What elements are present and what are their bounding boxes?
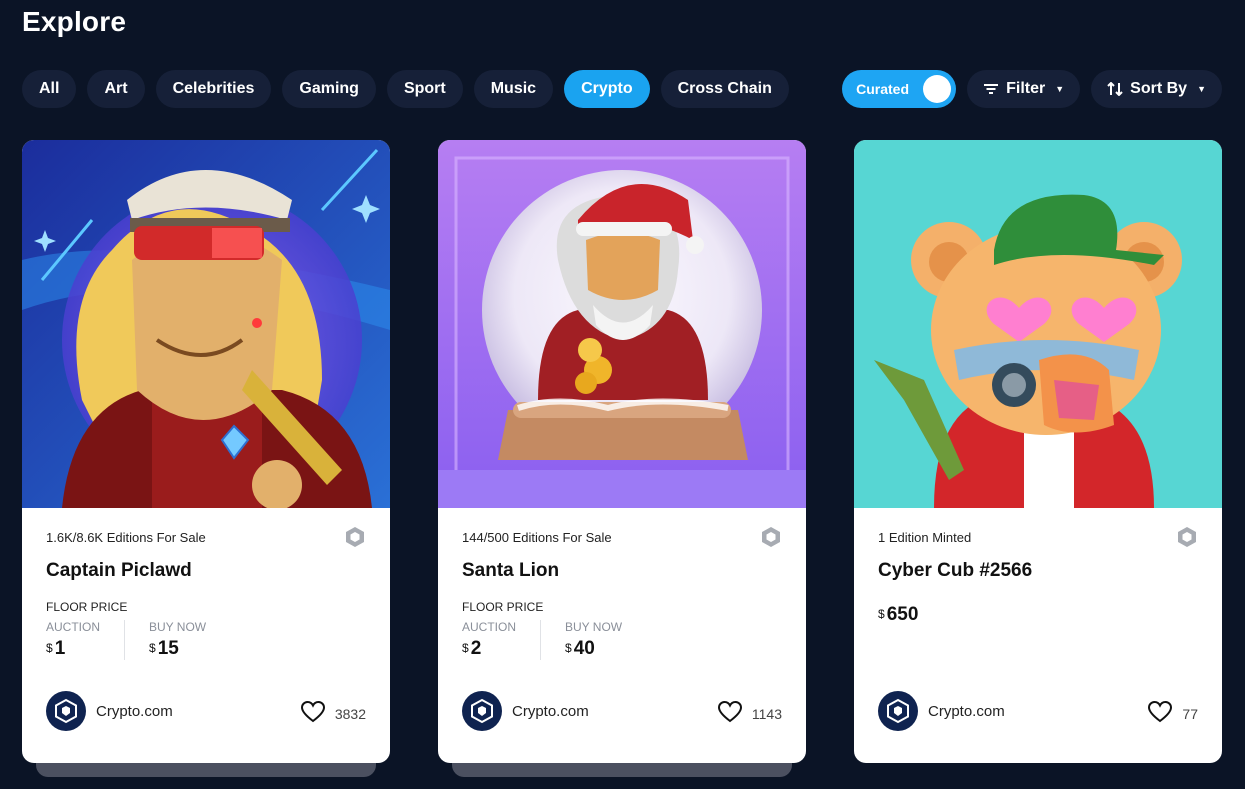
nft-card[interactable]: 1.6K/8.6K Editions For Sale Captain Picl… xyxy=(22,140,390,763)
category-chip-all[interactable]: All xyxy=(22,70,77,108)
buy-now-value: 40 xyxy=(573,638,595,659)
creator-link[interactable]: Crypto.com xyxy=(462,691,589,731)
like-button[interactable]: 77 xyxy=(1148,700,1198,726)
nft-title[interactable]: Santa Lion xyxy=(462,560,559,582)
card-body: 144/500 Editions For Sale Santa Lion FLO… xyxy=(438,508,806,763)
nft-card[interactable]: 144/500 Editions For Sale Santa Lion FLO… xyxy=(438,140,806,763)
auction-price: AUCTION $ 2 xyxy=(462,620,516,660)
creator-name: Crypto.com xyxy=(928,702,1005,720)
editions-text: 1 Edition Minted xyxy=(878,530,972,545)
like-count: 3832 xyxy=(334,705,366,722)
category-chip-crypto[interactable]: Crypto xyxy=(564,70,650,108)
heart-icon xyxy=(1148,700,1173,726)
like-button[interactable]: 1143 xyxy=(717,700,782,726)
nft-artwork-image[interactable] xyxy=(854,140,1222,508)
buy-now-price: BUY NOW $ 15 xyxy=(149,620,206,660)
buy-now-label: BUY NOW xyxy=(565,620,623,634)
auction-value: 1 xyxy=(54,638,66,659)
currency-symbol: $ xyxy=(565,641,572,655)
buy-now-label: BUY NOW xyxy=(149,620,207,634)
price-value: 650 xyxy=(886,604,919,625)
curated-toggle-label: Curated xyxy=(856,81,910,97)
like-button[interactable]: 3832 xyxy=(300,700,366,726)
creator-name: Crypto.com xyxy=(96,702,173,720)
buy-now-price: BUY NOW $ 40 xyxy=(565,620,622,660)
hexagon-chain-icon xyxy=(760,526,782,553)
nft-card[interactable]: 1 Edition Minted Cyber Cub #2566 $ 650 C… xyxy=(854,140,1222,763)
category-chip-cross-chain[interactable]: Cross Chain xyxy=(660,70,789,108)
creator-name: Crypto.com xyxy=(512,702,589,720)
category-chip-celebrities[interactable]: Celebrities xyxy=(155,70,272,108)
currency-symbol: $ xyxy=(462,641,469,655)
nft-artwork-image[interactable] xyxy=(22,140,390,508)
category-filter-bar: All Art Celebrities Gaming Sport Music C… xyxy=(22,70,789,108)
filter-icon xyxy=(983,83,999,95)
nft-card-santa-lion[interactable]: 144/500 Editions For Sale Santa Lion FLO… xyxy=(438,140,806,777)
filter-button-label: Filter xyxy=(1006,80,1046,97)
heart-icon xyxy=(300,700,325,726)
curated-toggle[interactable]: Curated xyxy=(842,70,957,108)
currency-symbol: $ xyxy=(46,641,53,655)
editions-text: 144/500 Editions For Sale xyxy=(462,530,612,545)
card-body: 1.6K/8.6K Editions For Sale Captain Picl… xyxy=(22,508,390,763)
nft-title[interactable]: Cyber Cub #2566 xyxy=(878,560,1032,582)
auction-price: AUCTION $ 1 xyxy=(46,620,100,660)
buy-now-value: 15 xyxy=(157,638,179,659)
hexagon-chain-icon xyxy=(344,526,366,553)
editions-text: 1.6K/8.6K Editions For Sale xyxy=(46,530,206,545)
sort-icon xyxy=(1107,82,1123,96)
page-title: Explore xyxy=(22,6,127,37)
currency-symbol: $ xyxy=(878,607,885,621)
category-chip-music[interactable]: Music xyxy=(473,70,554,108)
card-body: 1 Edition Minted Cyber Cub #2566 $ 650 C… xyxy=(854,508,1222,763)
nft-title[interactable]: Captain Piclawd xyxy=(46,560,192,582)
price-divider xyxy=(124,620,125,660)
crypto-com-logo-avatar xyxy=(462,691,502,731)
currency-symbol: $ xyxy=(149,641,156,655)
sort-button[interactable]: Sort By ▼ xyxy=(1091,70,1222,108)
category-chip-gaming[interactable]: Gaming xyxy=(282,70,376,108)
nft-card-captain-piclawd[interactable]: 1.6K/8.6K Editions For Sale Captain Picl… xyxy=(22,140,390,777)
heart-icon xyxy=(717,700,742,726)
toggle-knob xyxy=(923,75,952,103)
creator-link[interactable]: Crypto.com xyxy=(878,691,1005,731)
like-count: 77 xyxy=(1182,705,1198,722)
auction-label: AUCTION xyxy=(46,620,100,634)
category-chip-sport[interactable]: Sport xyxy=(386,70,463,108)
crypto-com-logo-avatar xyxy=(46,691,86,731)
floor-price-label: FLOOR PRICE xyxy=(46,600,128,614)
chevron-down-icon: ▼ xyxy=(1055,84,1065,94)
like-count: 1143 xyxy=(751,705,782,722)
floor-price-label: FLOOR PRICE xyxy=(462,600,544,614)
auction-label: AUCTION xyxy=(462,620,516,634)
sort-button-label: Sort By xyxy=(1130,80,1188,97)
price-divider xyxy=(540,620,541,660)
nft-card-cyber-cub[interactable]: 1 Edition Minted Cyber Cub #2566 $ 650 C… xyxy=(854,140,1222,763)
list-controls: Curated Filter ▼ Sort By ▼ xyxy=(842,70,1222,108)
auction-value: 2 xyxy=(470,638,482,659)
price: $ 650 xyxy=(878,604,918,626)
nft-artwork-image[interactable] xyxy=(438,140,806,508)
chevron-down-icon: ▼ xyxy=(1197,84,1206,94)
hexagon-chain-icon xyxy=(1176,526,1198,553)
crypto-com-logo-avatar xyxy=(878,691,918,731)
filter-button[interactable]: Filter ▼ xyxy=(967,70,1081,108)
category-chip-art[interactable]: Art xyxy=(87,70,145,108)
creator-link[interactable]: Crypto.com xyxy=(46,691,173,731)
